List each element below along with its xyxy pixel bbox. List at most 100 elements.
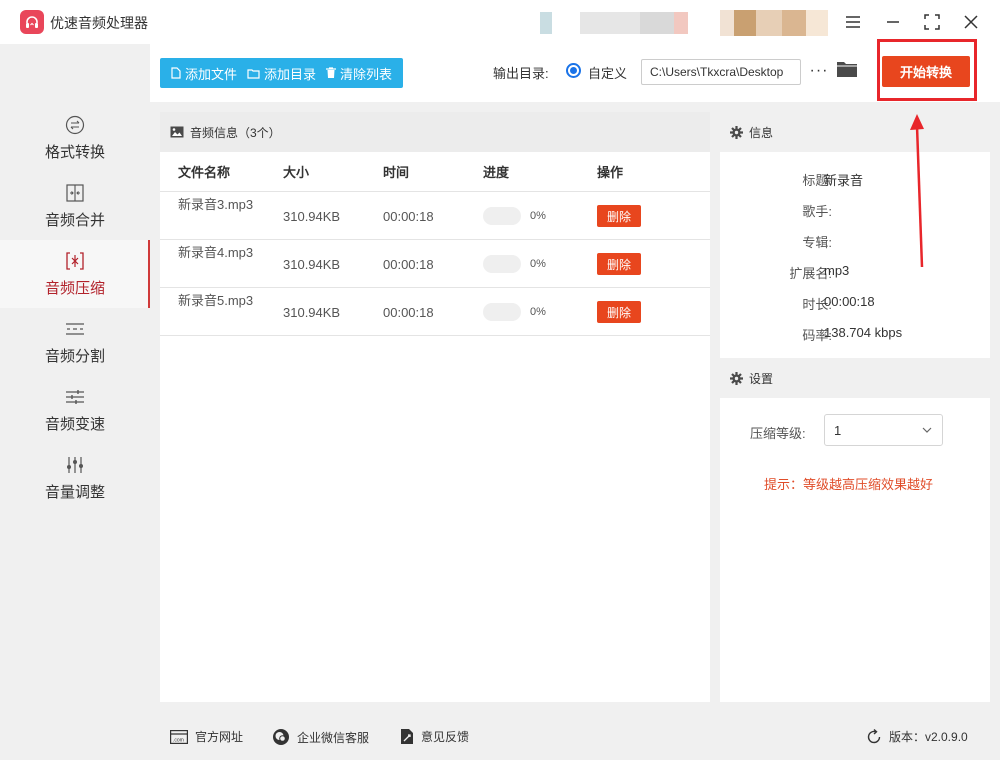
svg-text:.com: .com: [173, 737, 184, 743]
table-header: 文件名称 大小 时间 进度 操作: [160, 152, 710, 192]
clear-list-label: 清除列表: [340, 66, 393, 82]
browse-more-button[interactable]: ···: [808, 60, 830, 82]
column-progress: 进度: [483, 165, 510, 180]
progress-bar: [483, 207, 521, 225]
add-file-button[interactable]: 添加文件: [171, 64, 237, 83]
file-list-panel: 音频信息（3个） 文件名称 大小 时间 进度 操作 新录音3.mp3 310.9…: [160, 112, 710, 702]
info-album-row: 专辑:: [720, 232, 990, 252]
maximize-icon[interactable]: [921, 11, 943, 33]
add-folder-button[interactable]: 添加目录: [247, 64, 316, 83]
sidebar-item-label: 音频变速: [44, 415, 105, 433]
version-label: 版本：v2.0.9.0: [889, 730, 968, 744]
progress-percent: 0%: [530, 306, 546, 318]
sidebar-item-label: 音频合并: [44, 211, 105, 229]
delete-button[interactable]: 删除: [597, 301, 641, 323]
file-size: 310.94KB: [283, 304, 341, 320]
custom-output-label: 自定义: [588, 66, 628, 81]
info-bitrate-row: 码率: 138.704 kbps: [720, 325, 990, 345]
swap-icon: [65, 115, 85, 134]
wechat-label: 企业微信客服: [297, 730, 370, 745]
settings-title: 设置: [749, 371, 774, 386]
website-icon: .com: [170, 729, 188, 744]
app-logo-icon: [20, 10, 44, 34]
info-key: 歌手:: [802, 204, 832, 219]
delete-button[interactable]: 删除: [597, 253, 641, 275]
image-icon: [170, 126, 184, 138]
add-folder-label: 添加目录: [264, 66, 317, 82]
feedback-label: 意见反馈: [421, 730, 470, 744]
speed-icon: [66, 389, 84, 404]
delete-button[interactable]: 删除: [597, 205, 641, 227]
progress-bar: [483, 255, 521, 273]
sidebar-item-volume-adjust[interactable]: 音量调整: [0, 444, 150, 512]
toolbar: 添加文件 添加目录 清除列表 输出目录: 自定义 ··· 开始转换: [150, 39, 1000, 102]
volume-icon: [67, 456, 83, 473]
info-value: mp3: [824, 263, 850, 278]
table-row: 新录音3.mp3 310.94KB 00:00:18 0% 删除: [160, 192, 710, 240]
file-size: 310.94KB: [283, 256, 341, 272]
split-icon: [66, 322, 84, 335]
file-name: 新录音3.mp3: [178, 197, 254, 212]
settings-panel: 设置 压缩等级: 1 提示：等级越高压缩效果越好: [720, 358, 990, 702]
file-list-header: 音频信息（3个）: [160, 112, 710, 152]
file-count-title: 音频信息（3个）: [190, 125, 281, 140]
output-path-input[interactable]: [641, 59, 801, 85]
official-website-link[interactable]: .com 官方网址: [170, 728, 243, 745]
sidebar-item-audio-compress[interactable]: 音频压缩: [0, 240, 150, 308]
sidebar-item-label: 格式转换: [44, 143, 105, 161]
clear-list-button[interactable]: 清除列表: [326, 64, 392, 83]
feedback-link[interactable]: 意见反馈: [400, 728, 469, 745]
sidebar: 格式转换 音频合并 音频压缩 音频分割 音频变速 音量调整: [0, 44, 150, 760]
trash-icon: [326, 67, 337, 78]
merge-icon: [66, 183, 84, 202]
file-name: 新录音5.mp3: [178, 293, 254, 308]
compress-icon: [66, 251, 84, 270]
blurred-user-info: [540, 12, 700, 34]
refresh-icon: [867, 728, 881, 743]
info-header: 信息: [720, 112, 990, 152]
gear-icon: [730, 125, 743, 139]
compress-level-select[interactable]: 1: [824, 414, 943, 446]
footer: .com 官方网址 企业微信客服 意见反馈 版本：v2.0.9.0: [150, 712, 1000, 760]
table-row: 新录音4.mp3 310.94KB 00:00:18 0% 删除: [160, 240, 710, 288]
compress-level-value: 1: [834, 422, 842, 438]
feedback-icon: [401, 729, 413, 744]
column-size: 大小: [283, 165, 310, 180]
sidebar-item-audio-split[interactable]: 音频分割: [0, 308, 150, 376]
gear-icon: [730, 371, 743, 385]
file-duration: 00:00:18: [383, 256, 434, 272]
sidebar-item-label: 音频压缩: [44, 279, 105, 297]
wechat-icon: [273, 729, 289, 745]
website-label: 官方网址: [195, 730, 244, 744]
sidebar-item-format-convert[interactable]: 格式转换: [0, 104, 150, 172]
chevron-down-icon: [922, 427, 932, 433]
info-value: 138.704 kbps: [824, 325, 903, 340]
info-title: 信息: [749, 125, 774, 140]
file-button-group: 添加文件 添加目录 清除列表: [160, 58, 404, 88]
app-title: 优速音频处理器: [50, 15, 148, 31]
info-duration-row: 时长: 00:00:18: [720, 294, 990, 314]
info-extension-row: 扩展名: mp3: [720, 263, 990, 283]
sidebar-item-label: 音量调整: [44, 483, 105, 501]
start-convert-button[interactable]: 开始转换: [882, 56, 970, 87]
file-duration: 00:00:18: [383, 208, 434, 224]
wechat-service-link[interactable]: 企业微信客服: [272, 728, 369, 746]
info-value: 00:00:18: [824, 294, 875, 309]
close-icon[interactable]: [960, 11, 982, 33]
column-time: 时间: [383, 165, 410, 180]
settings-header: 设置: [720, 358, 990, 398]
blurred-avatar: [720, 10, 828, 36]
info-value: 新录音: [824, 173, 864, 188]
minimize-icon[interactable]: [882, 11, 904, 33]
output-dir-label: 输出目录:: [493, 66, 549, 81]
custom-output-radio[interactable]: [566, 63, 581, 78]
menu-icon[interactable]: [842, 11, 864, 33]
compress-level-label: 压缩等级:: [750, 426, 806, 441]
info-title-row: 标题: 新录音: [720, 170, 990, 190]
folder-icon: [247, 68, 260, 79]
sidebar-item-audio-merge[interactable]: 音频合并: [0, 172, 150, 240]
sidebar-item-audio-speed[interactable]: 音频变速: [0, 376, 150, 444]
info-key: 专辑:: [802, 235, 832, 250]
file-icon: [171, 67, 181, 79]
open-folder-icon[interactable]: [836, 59, 860, 83]
